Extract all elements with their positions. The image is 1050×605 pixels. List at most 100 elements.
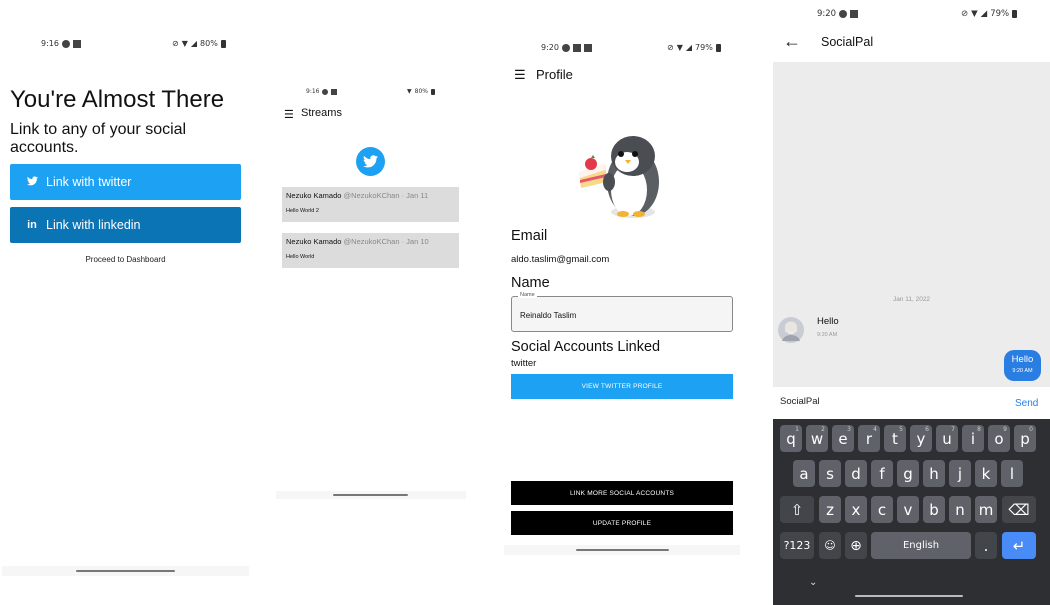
key-k[interactable]: k [975, 460, 997, 487]
key-p[interactable]: p0 [1014, 425, 1036, 452]
menu-icon[interactable]: ☰ [284, 108, 294, 121]
page-subtitle: Link to any of your social accounts. [10, 121, 187, 156]
key-o[interactable]: o9 [988, 425, 1010, 452]
social-accounts-label: Social Accounts Linked [511, 339, 661, 355]
link-linkedin-button[interactable]: in Link with linkedin [10, 207, 241, 243]
mute-icon: ⊘ [667, 43, 674, 52]
link-twitter-button[interactable]: Link with twitter [10, 164, 241, 200]
notification-icon [572, 43, 581, 52]
shift-key[interactable]: ⇧ [780, 496, 814, 523]
key-hint: 7 [951, 426, 955, 433]
view-twitter-profile-button[interactable]: VIEW TWITTER PROFILE [511, 374, 733, 399]
chat-screen: 9:20 ⊘ ▼ ◢ 79% ← SocialPal Jan 11, 2022 … [773, 0, 1050, 605]
language-key[interactable]: ⊕ [845, 532, 867, 559]
shift-icon: ⇧ [790, 500, 804, 519]
key-label: b [929, 500, 939, 519]
notification-icon [72, 39, 81, 48]
home-indicator[interactable] [855, 595, 963, 597]
period-key[interactable]: . [975, 532, 997, 559]
symbols-key[interactable]: ?123 [780, 532, 814, 559]
key-z[interactable]: z [819, 496, 841, 523]
home-indicator[interactable] [76, 570, 175, 572]
home-indicator[interactable] [333, 494, 408, 496]
mute-icon: ⊘ [172, 39, 179, 48]
tweet-card[interactable]: Nezuko Kamado @NezukoKChan · Jan 10 Hell… [282, 233, 459, 268]
space-key[interactable]: English [871, 532, 971, 559]
key-l[interactable]: l [1001, 460, 1023, 487]
key-c[interactable]: c [871, 496, 893, 523]
message-list[interactable] [773, 62, 1050, 387]
status-bar: 9:16 [41, 39, 81, 48]
key-n[interactable]: n [949, 496, 971, 523]
key-label: d [851, 464, 861, 483]
send-button[interactable]: Send [1015, 398, 1038, 409]
key-s[interactable]: s [819, 460, 841, 487]
email-label: Email [511, 228, 548, 244]
key-f[interactable]: f [871, 460, 893, 487]
key-b[interactable]: b [923, 496, 945, 523]
key-g[interactable]: g [897, 460, 919, 487]
emoji-key[interactable]: ☺ [819, 532, 841, 559]
key-a[interactable]: a [793, 460, 815, 487]
battery-percent: 79% [695, 43, 713, 52]
key-r[interactable]: r4 [858, 425, 880, 452]
key-label: z [826, 500, 834, 519]
status-bar: 9:20 [541, 43, 592, 52]
name-field[interactable]: Name Reinaldo Taslim [511, 292, 733, 332]
key-hint: 8 [977, 426, 981, 433]
outgoing-message-bubble[interactable]: Hello 9:20 AM [1004, 350, 1041, 381]
key-q[interactable]: q1 [780, 425, 802, 452]
link-linkedin-label: Link with linkedin [46, 218, 141, 232]
status-time: 9:16 [306, 88, 320, 95]
wifi-icon: ▼ [181, 39, 188, 48]
status-time: 9:20 [817, 9, 837, 19]
key-h[interactable]: h [923, 460, 945, 487]
status-bar-right: ⊘ ▼ ◢ 79% [667, 43, 721, 52]
key-x[interactable]: x [845, 496, 867, 523]
key-e[interactable]: e3 [832, 425, 854, 452]
message-input[interactable]: SocialPal [780, 396, 820, 407]
notification-icon [322, 88, 329, 95]
enter-key[interactable]: ↵ [1002, 532, 1036, 559]
battery-icon [220, 39, 226, 48]
tweet-text: Hello World 2 [286, 208, 319, 214]
menu-icon[interactable]: ☰ [514, 67, 526, 83]
home-indicator[interactable] [576, 549, 669, 551]
battery-icon [1012, 10, 1018, 18]
signal-icon: ◢ [980, 9, 988, 19]
keyboard[interactable]: q1 w2 e3 r4 t5 y6 u7 i8 o9 p0 a s d f g … [773, 419, 1050, 605]
notification-icon [850, 10, 859, 18]
key-label: l [1009, 464, 1015, 483]
notification-icon [61, 39, 70, 48]
key-label: s [826, 464, 834, 483]
key-j[interactable]: j [949, 460, 971, 487]
status-bar-right: ▼ 80% [407, 88, 435, 95]
name-field-label: Name [518, 292, 537, 298]
key-i[interactable]: i8 [962, 425, 984, 452]
key-y[interactable]: y6 [910, 425, 932, 452]
key-d[interactable]: d [845, 460, 867, 487]
outgoing-message-text: Hello [1011, 354, 1034, 365]
wifi-icon: ▼ [971, 9, 978, 19]
key-label: n [955, 500, 965, 519]
key-t[interactable]: t5 [884, 425, 906, 452]
key-u[interactable]: u7 [936, 425, 958, 452]
key-label: t [892, 429, 898, 448]
incoming-message-time: 9:20 AM [817, 332, 838, 338]
key-v[interactable]: v [897, 496, 919, 523]
key-label: x [851, 500, 861, 519]
link-more-accounts-button[interactable]: LINK MORE SOCIAL ACCOUNTS [511, 481, 733, 505]
update-profile-button[interactable]: UPDATE PROFILE [511, 511, 733, 535]
key-label: ?123 [783, 539, 811, 552]
backspace-key[interactable]: ⌫ [1002, 496, 1036, 523]
battery-icon [715, 43, 721, 52]
collapse-keyboard-icon[interactable]: ⌄ [809, 577, 817, 588]
key-w[interactable]: w2 [806, 425, 828, 452]
back-arrow-icon[interactable]: ← [783, 31, 801, 52]
signal-icon: ◢ [685, 43, 693, 52]
proceed-dashboard-link[interactable]: Proceed to Dashboard [10, 255, 241, 264]
tweet-card[interactable]: Nezuko Kamado @NezukoKChan · Jan 11 Hell… [282, 187, 459, 222]
key-m[interactable]: m [975, 496, 997, 523]
wifi-icon: ▼ [676, 43, 683, 52]
key-label: English [902, 540, 940, 551]
